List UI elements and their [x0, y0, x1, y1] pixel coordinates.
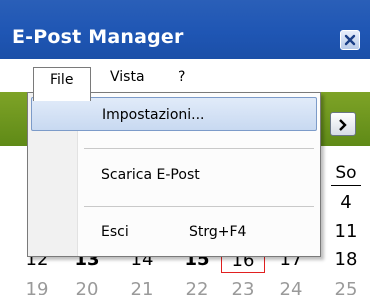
menu-help[interactable]: ? — [178, 69, 185, 90]
close-button[interactable] — [340, 30, 360, 50]
calendar-day[interactable]: 4 — [331, 192, 361, 213]
chevron-right-icon — [339, 119, 347, 131]
menu-item-impostazioni[interactable]: Impostazioni... — [31, 97, 317, 131]
calendar-day[interactable]: 21 — [127, 279, 157, 295]
calendar-day[interactable]: 11 — [331, 221, 361, 242]
menu-item-label: Esci — [101, 224, 129, 240]
calendar-day[interactable]: 24 — [276, 279, 306, 295]
next-month-button[interactable] — [330, 112, 356, 136]
menu-item-scarica-e-post[interactable]: Scarica E-Post — [31, 158, 317, 192]
menu-separator — [84, 206, 314, 207]
menu-bar: File Vista ? — [0, 59, 370, 101]
calendar-day[interactable]: 22 — [182, 279, 212, 295]
calendar-day[interactable]: 23 — [228, 279, 258, 295]
menu-item-shortcut: Strg+F4 — [189, 224, 247, 240]
menu-item-label: Scarica E-Post — [101, 167, 200, 183]
file-menu-dropdown: Impostazioni... Scarica E-Post Esci Strg… — [27, 92, 321, 257]
calendar-day[interactable]: 18 — [331, 249, 361, 270]
menu-separator — [84, 148, 314, 149]
day-header-sunday: So — [331, 163, 361, 186]
menu-file[interactable]: File — [33, 67, 91, 101]
menu-vista[interactable]: Vista — [110, 69, 145, 90]
title-bar[interactable]: E-Post Manager — [0, 0, 370, 59]
window-title: E-Post Manager — [12, 26, 184, 48]
close-icon — [344, 34, 356, 46]
menu-item-label: Impostazioni... — [102, 107, 205, 123]
menu-item-esci[interactable]: Esci Strg+F4 — [31, 215, 317, 249]
calendar-day[interactable]: 19 — [22, 279, 52, 295]
app-window: E-Post Manager File Vista ? So 4 11 12 1… — [0, 0, 370, 295]
calendar-day[interactable]: 20 — [72, 279, 102, 295]
calendar-day[interactable]: 25 — [331, 279, 361, 295]
